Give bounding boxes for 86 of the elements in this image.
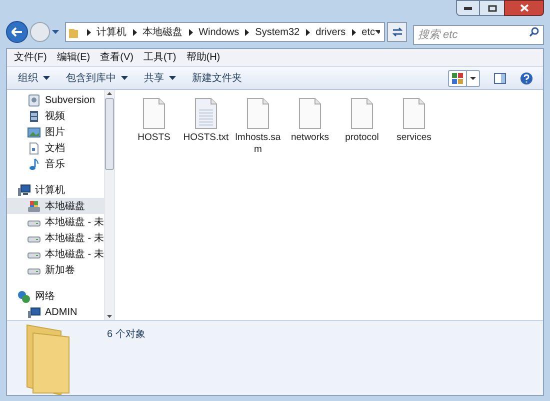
search-icon <box>529 27 539 37</box>
menu-item[interactable]: 查看(V) <box>95 50 138 66</box>
menu-item[interactable]: 工具(T) <box>138 50 182 66</box>
view-button[interactable] <box>448 70 480 87</box>
navigation-item[interactable]: 本地磁盘 - 未 <box>7 246 104 262</box>
file-icon <box>403 98 425 129</box>
scrollbar-thumb[interactable] <box>105 98 114 170</box>
text-file-icon <box>195 98 217 129</box>
breadcrumb[interactable]: etc <box>362 24 375 40</box>
navigation-item[interactable]: 图片 <box>7 124 104 140</box>
toolbar-button[interactable]: 包含到库中 <box>61 68 133 88</box>
file-name: protocol <box>344 132 380 144</box>
computer-icon <box>17 184 31 196</box>
scroll-up-icon[interactable] <box>107 92 112 95</box>
file-name: services <box>396 132 432 144</box>
file-item[interactable]: HOSTS.txt <box>181 98 231 144</box>
chevron-icon[interactable] <box>352 28 356 36</box>
refresh-arrows-icon <box>392 27 402 37</box>
chevron-icon[interactable] <box>132 28 137 36</box>
chevron-icon[interactable] <box>86 28 91 36</box>
file-name: lmhosts.sam <box>235 132 281 156</box>
back-arrow-icon <box>11 27 23 37</box>
navigation-item[interactable]: 网络 <box>7 288 104 304</box>
breadcrumb[interactable]: Windows <box>198 24 240 40</box>
navigation-item[interactable]: 视频 <box>7 108 104 124</box>
menu-item[interactable]: 文件(F) <box>9 50 52 66</box>
navigation-item[interactable]: 本地磁盘 <box>7 198 104 214</box>
menu-item[interactable]: 编辑(E) <box>52 50 96 66</box>
navigation-item[interactable]: 音乐 <box>7 156 104 172</box>
drive-icon <box>27 200 41 212</box>
navigation-item[interactable]: 计算机 <box>7 182 104 198</box>
breadcrumb[interactable]: drivers <box>316 24 346 40</box>
search-field[interactable]: 搜索 etc <box>413 25 544 45</box>
help-icon[interactable] <box>520 72 533 85</box>
breadcrumb[interactable]: 计算机 <box>96 24 127 40</box>
caret-icon[interactable] <box>374 30 380 34</box>
address-bar[interactable]: 计算机 本地磁盘 Windows System32 drivers etc <box>65 22 385 42</box>
file-item[interactable]: networks <box>285 98 335 144</box>
navigation-item[interactable]: Subversion <box>7 92 104 108</box>
file-name: HOSTS <box>136 132 172 144</box>
document-icon <box>27 142 41 154</box>
close-button[interactable] <box>504 0 544 16</box>
network-icon <box>17 290 31 302</box>
view-grid-icon <box>452 72 463 84</box>
file-item[interactable]: protocol <box>337 98 387 144</box>
navigation-item[interactable]: 文档 <box>7 140 104 156</box>
file-item[interactable]: services <box>389 98 439 144</box>
caret-icon[interactable] <box>470 76 476 80</box>
file-icon <box>351 98 373 129</box>
maximize-button[interactable] <box>480 0 504 16</box>
chevron-icon[interactable] <box>245 28 250 36</box>
toolbar-button[interactable]: 共享 <box>139 68 181 88</box>
scrollbar[interactable] <box>104 90 115 320</box>
file-icon <box>143 98 165 129</box>
file-item[interactable]: HOSTS <box>129 98 179 144</box>
folder-icon <box>69 26 78 38</box>
file-name: HOSTS.txt <box>183 132 229 144</box>
file-icon <box>299 98 321 129</box>
chevron-icon[interactable] <box>188 28 193 36</box>
maximize-icon <box>488 4 496 12</box>
breadcrumb[interactable]: 本地磁盘 <box>142 24 183 40</box>
refresh-button[interactable] <box>387 22 407 42</box>
toolbar-button[interactable]: 组织 <box>13 68 55 88</box>
navigation-item[interactable]: 新加卷 <box>7 262 104 278</box>
close-icon <box>520 4 528 12</box>
music-note-icon <box>27 158 41 170</box>
file-icon <box>247 98 269 129</box>
navigation-item[interactable]: 本地磁盘 - 未 <box>7 230 104 246</box>
preview-pane-icon[interactable] <box>494 72 506 84</box>
menu-item[interactable]: 帮助(H) <box>181 50 226 66</box>
computer-icon <box>27 306 41 318</box>
picture-icon <box>27 126 41 138</box>
chevron-icon[interactable] <box>306 28 310 36</box>
file-item[interactable]: lmhosts.sam <box>233 98 283 156</box>
navigation-item[interactable]: 本地磁盘 - 未 <box>7 214 104 230</box>
breadcrumb[interactable]: System32 <box>255 24 300 40</box>
toolbar-button[interactable]: 新建文件夹 <box>187 68 247 88</box>
file-name: networks <box>290 132 330 144</box>
navigation-item[interactable]: ADMIN <box>7 304 104 320</box>
back-button[interactable] <box>6 21 28 43</box>
minimize-button[interactable] <box>456 0 480 16</box>
object-count: 6 个对象 <box>107 328 146 342</box>
scroll-down-icon[interactable] <box>107 315 112 318</box>
minimize-icon <box>464 6 472 10</box>
film-icon <box>27 110 41 122</box>
library-icon <box>27 94 41 106</box>
